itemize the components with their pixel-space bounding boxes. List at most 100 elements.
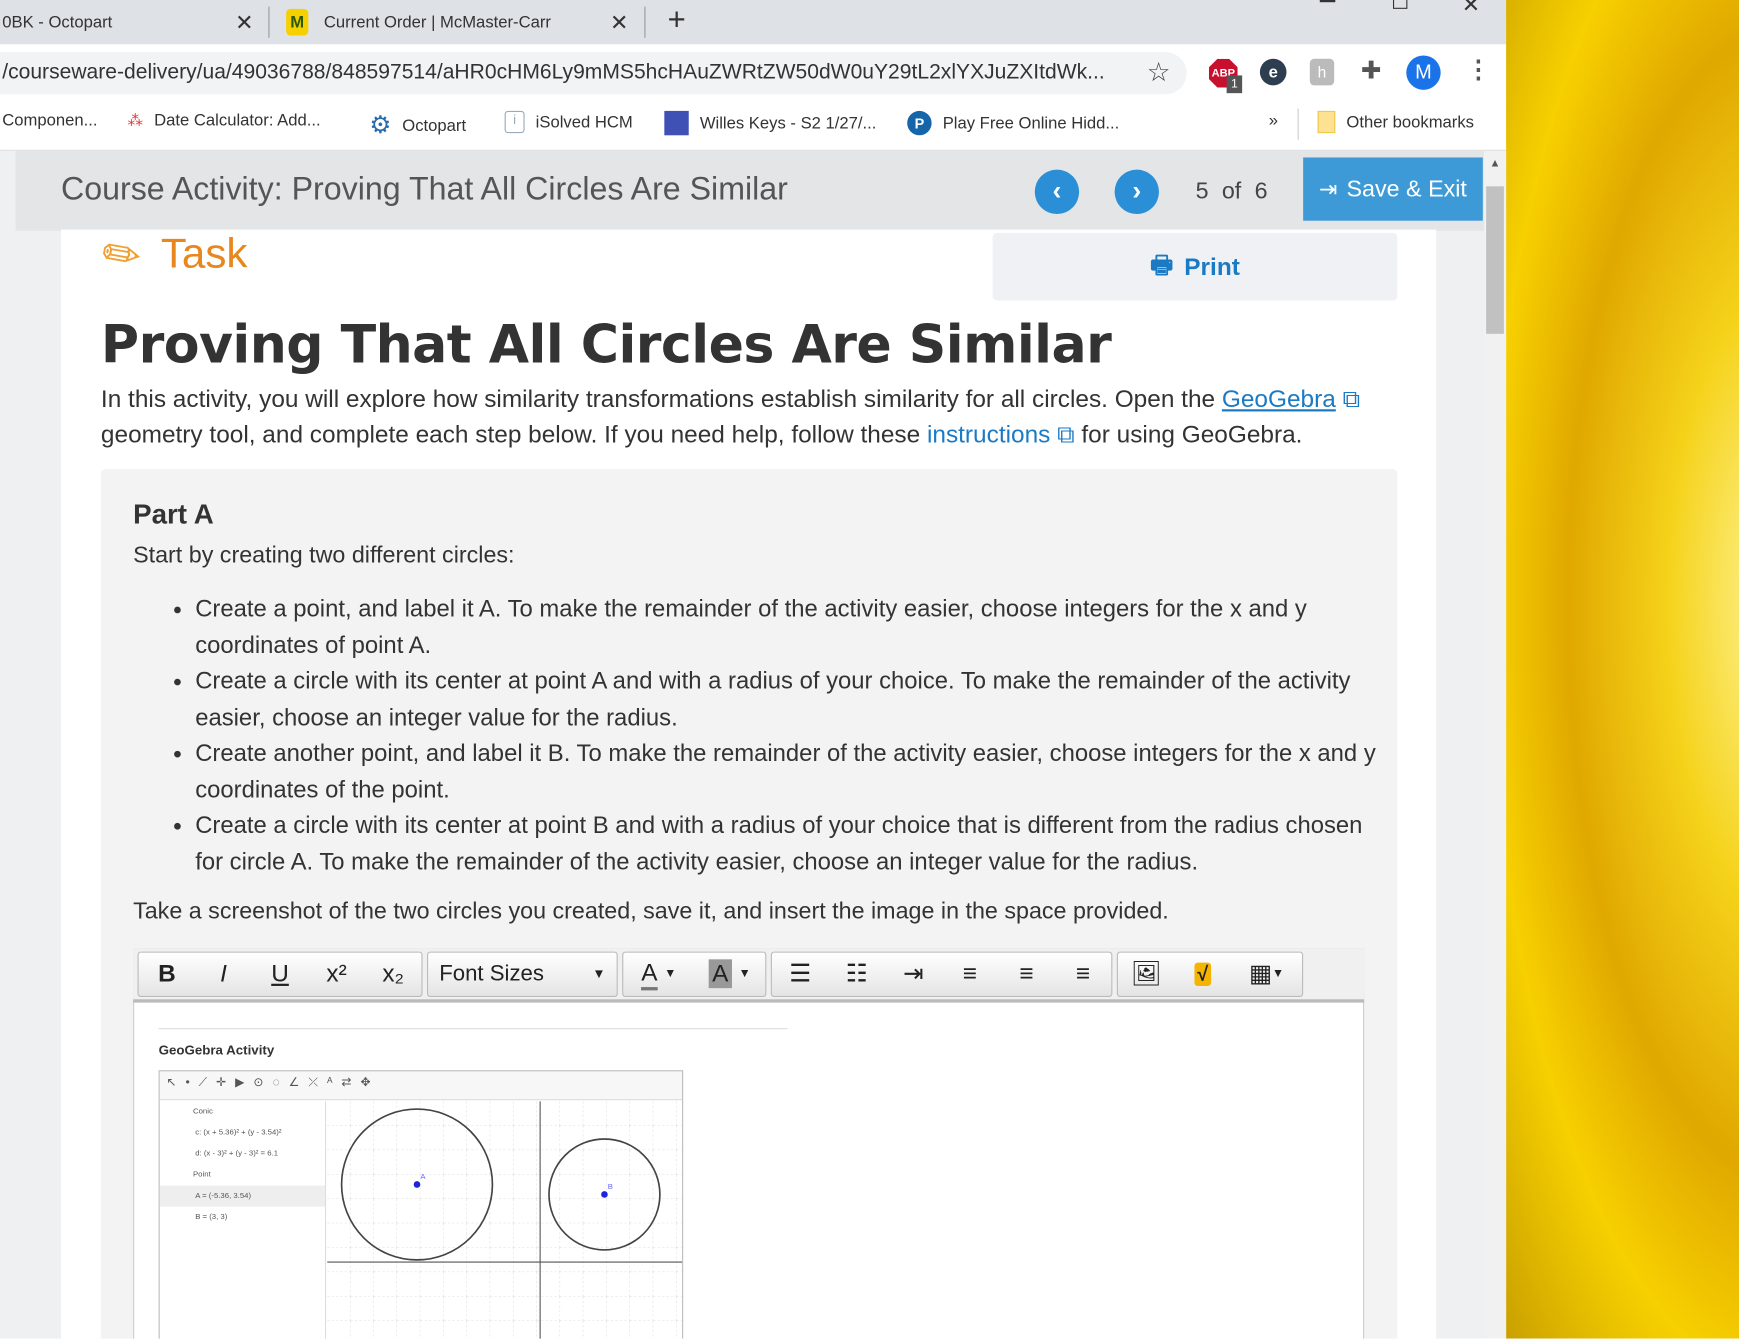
more-bookmarks-button[interactable]: » [1269,111,1278,130]
scroll-up-icon[interactable]: ▲ [1489,157,1500,169]
bookmark-item[interactable]: ⚙ Octopart [369,111,466,140]
next-button[interactable]: › [1114,169,1159,215]
background-color-button[interactable]: A ▼ [694,952,765,995]
part-a-steps: Create a point, and label it A. To make … [195,591,1382,879]
bookmark-item[interactable]: i iSolved HCM [504,110,633,134]
external-link-icon[interactable]: ⧉ [1057,420,1074,448]
font-sizes-label: Font Sizes [439,961,544,986]
underline-button[interactable]: U [252,952,309,995]
bold-button[interactable]: B [139,952,196,995]
play-icon: P [907,110,932,136]
intro-text: geometry tool, and complete each step be… [100,420,927,449]
align-center-icon[interactable]: ≡ [998,952,1055,995]
bookmark-label: Willes Keys - S2 1/27/... [699,113,877,133]
algebra-view: Conic c: (x + 5.36)² + (y - 3.54)² d: (x… [159,1101,327,1339]
extension-e-icon[interactable]: e [1259,58,1287,86]
superscript-button[interactable]: x² [308,952,365,995]
activity-title: Proving That All Circles Are Similar [100,314,1112,376]
subscript-button[interactable]: x₂ [365,952,422,995]
menu-icon[interactable]: ⋮ [1466,55,1490,84]
page-of: of [1221,178,1242,205]
point-a: A = (-5.36, 3.54) [159,1185,325,1207]
geogebra-link[interactable]: GeoGebra [1222,385,1336,413]
point-a-marker [413,1181,421,1188]
print-label: Print [1184,252,1240,281]
printer-icon: 🖶 [1150,250,1174,278]
bg-color-glyph: A [708,959,732,989]
address-bar[interactable]: /courseware-delivery/ua/49036788/8485975… [0,52,1187,95]
date-calculator-icon: ⁂ [127,110,144,129]
label-b: B [608,1182,613,1191]
divider [268,6,270,38]
divider [158,1028,788,1030]
text-color-button[interactable]: A ▼ [623,952,694,995]
list-item: Create a point, and label it A. To make … [195,591,1382,663]
other-bookmarks[interactable]: Other bookmarks [1317,110,1474,134]
page-title: Course Activity: Proving That All Circle… [60,171,788,208]
bookmark-item[interactable]: Componen... [2,111,97,130]
chevron-icon: » [1268,110,1279,130]
calendar-icon [664,110,689,136]
bookmark-label: Componen... [2,110,98,130]
folder-icon [1317,110,1336,134]
indent-icon[interactable]: ⇥ [885,952,942,995]
intro-paragraph: In this activity, you will explore how s… [101,382,1410,453]
save-label: Save & Exit [1346,175,1467,202]
avatar[interactable]: M [1406,55,1441,90]
bookmark-item[interactable]: P Play Free Online Hidd... [907,110,1120,136]
adblock-badge: 1 [1226,75,1243,94]
bookmark-label: Date Calculator: Add... [154,110,321,130]
star-icon[interactable]: ☆ [1147,57,1171,89]
page-indicator: 5 of 6 [1196,179,1268,206]
editor-toolbar: B I Ux² x₂ Font Sizes ▼ A ▼ A ▼ ☰ ☷ ⇥ ≡ ≡ ≡ 🖼 √ ▦ ▼ [133,948,1365,1003]
insert-image-icon[interactable]: 🖼 [1118,952,1175,995]
geogebra-toolbar: ↖•⟋✛▶⊙◌∠⤫ᴬ⇄✥ [159,1071,683,1101]
conic-label: Conic [192,1107,213,1116]
italic-button[interactable]: I [195,952,252,995]
tab-octopart[interactable]: 0BK - Octopart ✕ [2,0,257,44]
new-tab-button[interactable]: + [668,2,686,37]
list-item: Create a circle with its center at point… [195,663,1382,735]
close-window-icon[interactable]: ✕ [1462,0,1481,19]
math-sqrt-icon[interactable]: √ [1174,952,1231,995]
geogebra-title: GeoGebra Activity [158,1042,275,1059]
point-b-marker [601,1191,608,1198]
part-a-lead: Start by creating two different circles: [133,542,515,568]
bookmark-item[interactable]: ⁂ Date Calculator: Add... [128,111,321,130]
tab-mcmaster[interactable]: M Current Order | McMaster-Carr ✕ [286,0,635,44]
intro-text: In this activity, you will explore how s… [100,384,1222,413]
page-current: 5 [1195,178,1209,205]
bookmark-label: Play Free Online Hidd... [942,113,1120,133]
close-tab-icon[interactable]: ✕ [235,8,254,36]
list-item: Create another point, and label it B. To… [195,735,1382,807]
align-left-icon[interactable]: ≡ [942,952,999,995]
bullet-list-icon[interactable]: ☰ [772,952,829,995]
print-button[interactable]: 🖶 Print [992,232,1398,301]
extensions-puzzle-icon[interactable]: ✚ [1361,57,1381,86]
instructions-link[interactable]: instructions [927,420,1050,448]
tab-label: Current Order | McMaster-Carr [323,12,551,32]
bookmark-item[interactable]: Willes Keys - S2 1/27/... [664,110,877,136]
scrollbar-thumb[interactable] [1486,186,1504,334]
extension-h-icon[interactable]: h [1309,58,1335,86]
list-item: Create a circle with its center at point… [195,807,1382,879]
bookmark-label: Other bookmarks [1346,112,1474,132]
maximize-icon[interactable] [1392,0,1408,9]
table-icon[interactable]: ▦ ▼ [1231,952,1302,995]
external-link-icon[interactable]: ⧉ [1343,385,1360,413]
tab-label: 0BK - Octopart [2,12,113,32]
font-sizes-dropdown[interactable]: Font Sizes ▼ [426,951,618,997]
isolved-icon: i [504,110,525,134]
screenshot-instruction: Take a screenshot of the two circles you… [133,898,1169,924]
minimize-icon[interactable] [1319,0,1336,3]
numbered-list-icon[interactable]: ☷ [828,952,885,995]
intro-text: for using GeoGebra. [1074,420,1303,449]
previous-button[interactable]: ‹ [1034,169,1080,215]
save-exit-button[interactable]: ⇥ Save & Exit [1303,157,1483,221]
text-color-glyph: A [641,958,658,990]
close-tab-icon[interactable]: ✕ [610,8,629,36]
mcmaster-icon: M [286,8,309,36]
align-right-icon[interactable]: ≡ [1055,952,1112,995]
desktop-wallpaper [1506,0,1739,1339]
equation-d: d: (x - 3)² + (y - 3)² = 6.1 [195,1150,279,1158]
